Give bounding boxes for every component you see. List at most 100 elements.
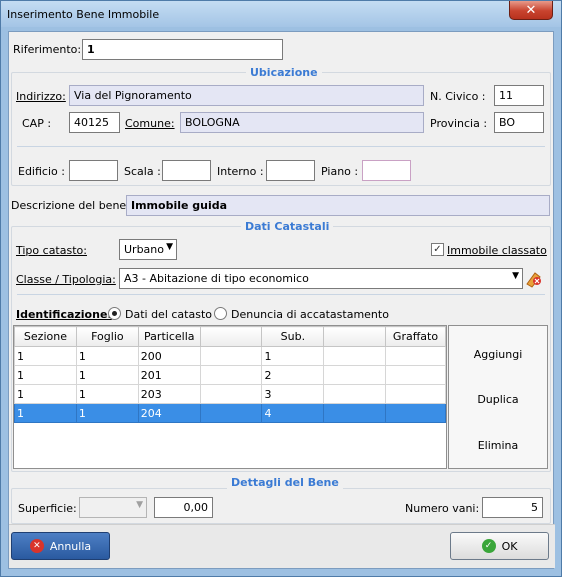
table-cell: 1 xyxy=(75,365,139,385)
provincia-field[interactable]: BO xyxy=(494,112,544,133)
table-cell xyxy=(385,384,446,404)
table-cell: 1 xyxy=(261,346,325,366)
table-cell: 1 xyxy=(14,403,77,423)
table-row[interactable]: 1 1 200 1 xyxy=(14,346,446,366)
radio-dati-catasto[interactable] xyxy=(108,307,121,320)
tipo-catasto-value: Urbano xyxy=(124,243,164,256)
table-cell: 4 xyxy=(261,403,325,423)
bottom-bar: ✕ Annulla ✓ OK xyxy=(9,524,555,568)
chevron-down-icon: ▼ xyxy=(512,271,519,281)
col-foglio[interactable]: Foglio xyxy=(75,326,139,347)
col-empty-1[interactable] xyxy=(199,326,263,347)
table-cell xyxy=(199,346,263,366)
table-cell xyxy=(323,365,386,385)
close-button[interactable]: ✕ xyxy=(509,1,553,20)
radio-denuncia-label[interactable]: Denuncia di accatastamento xyxy=(231,308,389,321)
dialog-window: Inserimento Bene Immobile ✕ Riferimento:… xyxy=(0,0,562,577)
indirizzo-field[interactable]: Via del Pignoramento xyxy=(69,85,424,106)
numero-vani-label: Numero vani: xyxy=(405,502,480,515)
scala-label: Scala : xyxy=(124,165,161,178)
ok-label: OK xyxy=(501,539,518,553)
col-sub[interactable]: Sub. xyxy=(261,326,325,347)
col-particella[interactable]: Particella xyxy=(137,326,201,347)
check-icon: ✓ xyxy=(481,539,496,553)
piano-field[interactable] xyxy=(362,160,411,181)
immobile-classato-checkbox[interactable]: ✓ xyxy=(431,243,444,256)
identificazione-table[interactable]: Sezione Foglio Particella Sub. Graffato … xyxy=(13,325,447,469)
edificio-field[interactable] xyxy=(69,160,118,181)
riferimento-field[interactable]: 1 xyxy=(82,39,283,60)
chevron-down-icon: ▼ xyxy=(136,500,143,510)
catastali-divider xyxy=(17,294,545,295)
cap-label: CAP : xyxy=(22,117,52,130)
table-cell xyxy=(385,365,446,385)
table-header-row: Sezione Foglio Particella Sub. Graffato xyxy=(14,326,446,347)
table-cell: 200 xyxy=(137,346,201,366)
dettagli-title: Dettagli del Bene xyxy=(227,476,343,489)
table-cell xyxy=(323,384,386,404)
numero-vani-field[interactable]: 5 xyxy=(482,497,543,518)
table-row-selected[interactable]: 1 1 204 4 xyxy=(14,403,446,423)
duplica-button[interactable]: Duplica xyxy=(449,393,547,406)
edit-tipologia-icon[interactable] xyxy=(525,270,543,288)
table-cell: 1 xyxy=(75,346,139,366)
interno-label: Interno : xyxy=(217,165,264,178)
table-cell xyxy=(323,403,386,423)
table-cell: 1 xyxy=(75,403,139,423)
col-graffato[interactable]: Graffato xyxy=(385,326,446,347)
window-title: Inserimento Bene Immobile xyxy=(7,8,160,21)
indirizzo-label: Indirizzo: xyxy=(16,90,66,103)
col-empty-2[interactable] xyxy=(323,326,386,347)
annulla-label: Annulla xyxy=(49,539,92,553)
table-cell: 3 xyxy=(261,384,325,404)
classe-label: Classe / Tipologia: xyxy=(16,273,116,286)
chevron-down-icon: ▼ xyxy=(166,242,173,252)
tipo-catasto-select[interactable]: Urbano ▼ xyxy=(119,239,177,260)
table-cell: 1 xyxy=(14,365,77,385)
classe-select[interactable]: A3 - Abitazione di tipo economico ▼ xyxy=(119,268,523,289)
table-cell xyxy=(385,403,446,423)
col-sezione[interactable]: Sezione xyxy=(14,326,77,347)
tipo-catasto-label: Tipo catasto: xyxy=(16,244,87,257)
riferimento-label: Riferimento: xyxy=(13,43,82,56)
elimina-button[interactable]: Elimina xyxy=(449,439,547,452)
table-row[interactable]: 1 1 201 2 xyxy=(14,365,446,385)
cap-field[interactable]: 40125 xyxy=(69,112,120,133)
descrizione-field[interactable]: Immobile guida xyxy=(126,195,550,216)
superficie-unit-select[interactable]: ▼ xyxy=(79,497,147,518)
comune-label: Comune: xyxy=(125,117,175,130)
annulla-button[interactable]: ✕ Annulla xyxy=(11,532,110,560)
table-cell xyxy=(199,403,263,423)
table-cell: 204 xyxy=(137,403,201,423)
superficie-field[interactable]: 0,00 xyxy=(154,497,213,518)
table-cell xyxy=(323,346,386,366)
ubicazione-title: Ubicazione xyxy=(246,66,322,79)
identificazione-grid: Sezione Foglio Particella Sub. Graffato … xyxy=(14,326,446,423)
edificio-label: Edificio : xyxy=(18,165,65,178)
comune-field[interactable]: BOLOGNA xyxy=(180,112,424,133)
ok-button[interactable]: ✓ OK xyxy=(450,532,549,560)
immobile-classato-label[interactable]: Immobile classato xyxy=(447,244,547,257)
table-row[interactable]: 1 1 203 3 xyxy=(14,384,446,404)
radio-denuncia[interactable] xyxy=(214,307,227,320)
aggiungi-button[interactable]: Aggiungi xyxy=(449,348,547,361)
radio-dati-catasto-label[interactable]: Dati del catasto xyxy=(125,308,212,321)
cancel-icon: ✕ xyxy=(29,539,44,553)
civico-label: N. Civico : xyxy=(430,90,486,103)
interno-field[interactable] xyxy=(266,160,315,181)
table-cell: 2 xyxy=(261,365,325,385)
table-cell xyxy=(385,346,446,366)
title-bar[interactable]: Inserimento Bene Immobile ✕ xyxy=(1,1,561,27)
descrizione-label: Descrizione del bene: xyxy=(11,199,130,212)
classe-value: A3 - Abitazione di tipo economico xyxy=(124,272,309,285)
ubicazione-divider xyxy=(17,146,545,147)
table-cell: 1 xyxy=(14,346,77,366)
table-actions: Aggiungi Duplica Elimina xyxy=(448,325,548,469)
identificazione-label: Identificazione: xyxy=(16,308,112,321)
superficie-label: Superficie: xyxy=(18,502,77,515)
scala-field[interactable] xyxy=(162,160,211,181)
table-cell: 1 xyxy=(14,384,77,404)
table-cell xyxy=(199,384,263,404)
civico-field[interactable]: 11 xyxy=(494,85,544,106)
piano-label: Piano : xyxy=(321,165,359,178)
